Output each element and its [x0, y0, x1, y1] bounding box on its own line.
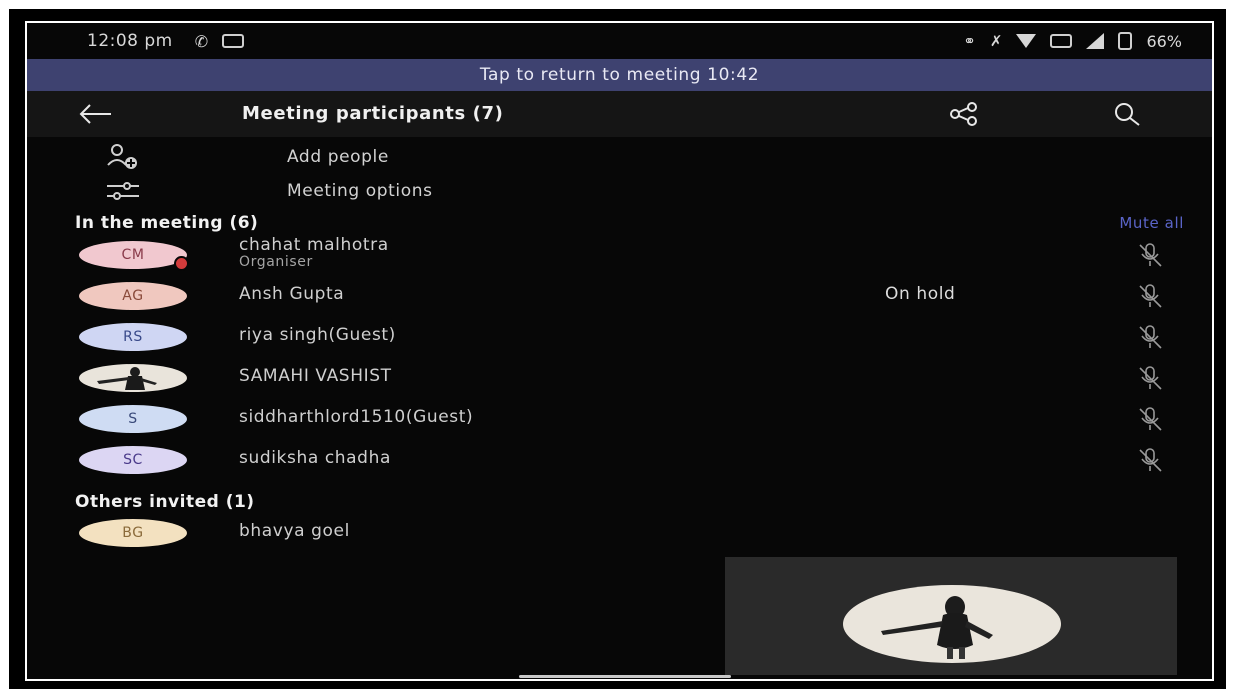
avatar-initials: SC [123, 452, 143, 468]
page-title: Meeting participants (7) [242, 103, 504, 124]
participant-row[interactable]: SAMAHI VASHIST [27, 358, 1212, 398]
person-silhouette-icon [881, 596, 993, 659]
avatar [79, 364, 187, 392]
signal-icon [1086, 33, 1105, 49]
volte-icon [1050, 34, 1073, 48]
battery-icon [1118, 32, 1133, 50]
meeting-options-row[interactable]: Meeting options [27, 175, 1212, 207]
mic-off-icon[interactable] [1135, 364, 1165, 392]
message-icon [222, 34, 245, 48]
add-people-icon [107, 144, 137, 169]
participant-row[interactable]: BG bhavya goel [27, 513, 1212, 553]
mic-off-icon[interactable] [1135, 282, 1165, 310]
return-banner-text: Tap to return to meeting 10:42 [479, 65, 760, 85]
participant-name: riya singh(Guest) [239, 325, 396, 345]
avatar: SC [79, 446, 187, 474]
status-bar: 12:08 pm ✆ ⚭ ✗ 66% [27, 23, 1212, 59]
profile-photo [97, 367, 157, 390]
back-arrow-icon[interactable] [77, 101, 113, 127]
avatar: RS [79, 323, 187, 351]
participant-row[interactable]: CM chahat malhotra Organiser [27, 235, 1212, 275]
mute-all-button[interactable]: Mute all [1119, 214, 1184, 232]
self-video-preview[interactable] [725, 557, 1177, 675]
participant-name: bhavya goel [239, 521, 350, 541]
avatar-initials: S [128, 411, 138, 427]
wifi-icon [1016, 34, 1037, 48]
participant-role: Organiser [239, 254, 313, 270]
avatar-initials: AG [122, 288, 144, 304]
screenshot-frame: 12:08 pm ✆ ⚭ ✗ 66% Tap to return to meet… [9, 9, 1226, 689]
participant-name: Ansh Gupta [239, 284, 345, 304]
app-bar: Meeting participants (7) [27, 91, 1212, 137]
mute-icon: ✗ [989, 32, 1003, 50]
participant-name: SAMAHI VASHIST [239, 366, 392, 386]
avatar-initials: RS [123, 329, 143, 345]
avatar-initials: BG [122, 525, 144, 541]
avatar: CM [79, 241, 189, 271]
participant-status: On hold [885, 284, 956, 304]
settings-sliders-icon [107, 182, 139, 200]
headset-icon: ⚭ [963, 32, 976, 50]
search-icon[interactable] [1112, 101, 1142, 127]
avatar: BG [79, 519, 187, 547]
in-meeting-heading: In the meeting (6) [75, 213, 259, 233]
participant-row[interactable]: Ssiddharthlord1510(Guest) [27, 399, 1212, 439]
participant-name: sudiksha chadha [239, 448, 391, 468]
others-invited-heading: Others invited (1) [75, 492, 255, 512]
participant-name: chahat malhotra [239, 235, 389, 255]
battery-level: 66% [1146, 31, 1182, 51]
status-time: 12:08 pm [87, 31, 173, 51]
share-icon[interactable] [949, 102, 979, 126]
add-people-label: Add people [287, 147, 389, 167]
presence-busy-icon [174, 256, 189, 271]
add-people-row[interactable]: Add people [27, 141, 1212, 173]
phone-screen: 12:08 pm ✆ ⚭ ✗ 66% Tap to return to meet… [25, 21, 1214, 681]
participant-name: siddharthlord1510(Guest) [239, 407, 474, 427]
avatar: AG [79, 282, 187, 310]
meeting-options-label: Meeting options [287, 181, 433, 201]
avatar-initials: CM [121, 247, 145, 263]
phone-icon: ✆ [194, 31, 209, 51]
mic-off-icon[interactable] [1135, 323, 1165, 351]
mic-off-icon[interactable] [1135, 446, 1165, 474]
mic-off-icon[interactable] [1135, 241, 1165, 269]
participant-row[interactable]: SC sudiksha chadha [27, 440, 1212, 480]
home-indicator[interactable] [519, 675, 731, 678]
participant-row[interactable]: RS riya singh(Guest) [27, 317, 1212, 357]
status-icons: ⚭ ✗ 66% [963, 23, 1182, 59]
mic-off-icon[interactable] [1135, 405, 1165, 433]
avatar: S [79, 405, 187, 433]
self-avatar [843, 585, 1061, 663]
participant-row[interactable]: AG Ansh Gupta On hold [27, 276, 1212, 316]
return-to-meeting-banner[interactable]: Tap to return to meeting 10:42 [27, 59, 1212, 91]
